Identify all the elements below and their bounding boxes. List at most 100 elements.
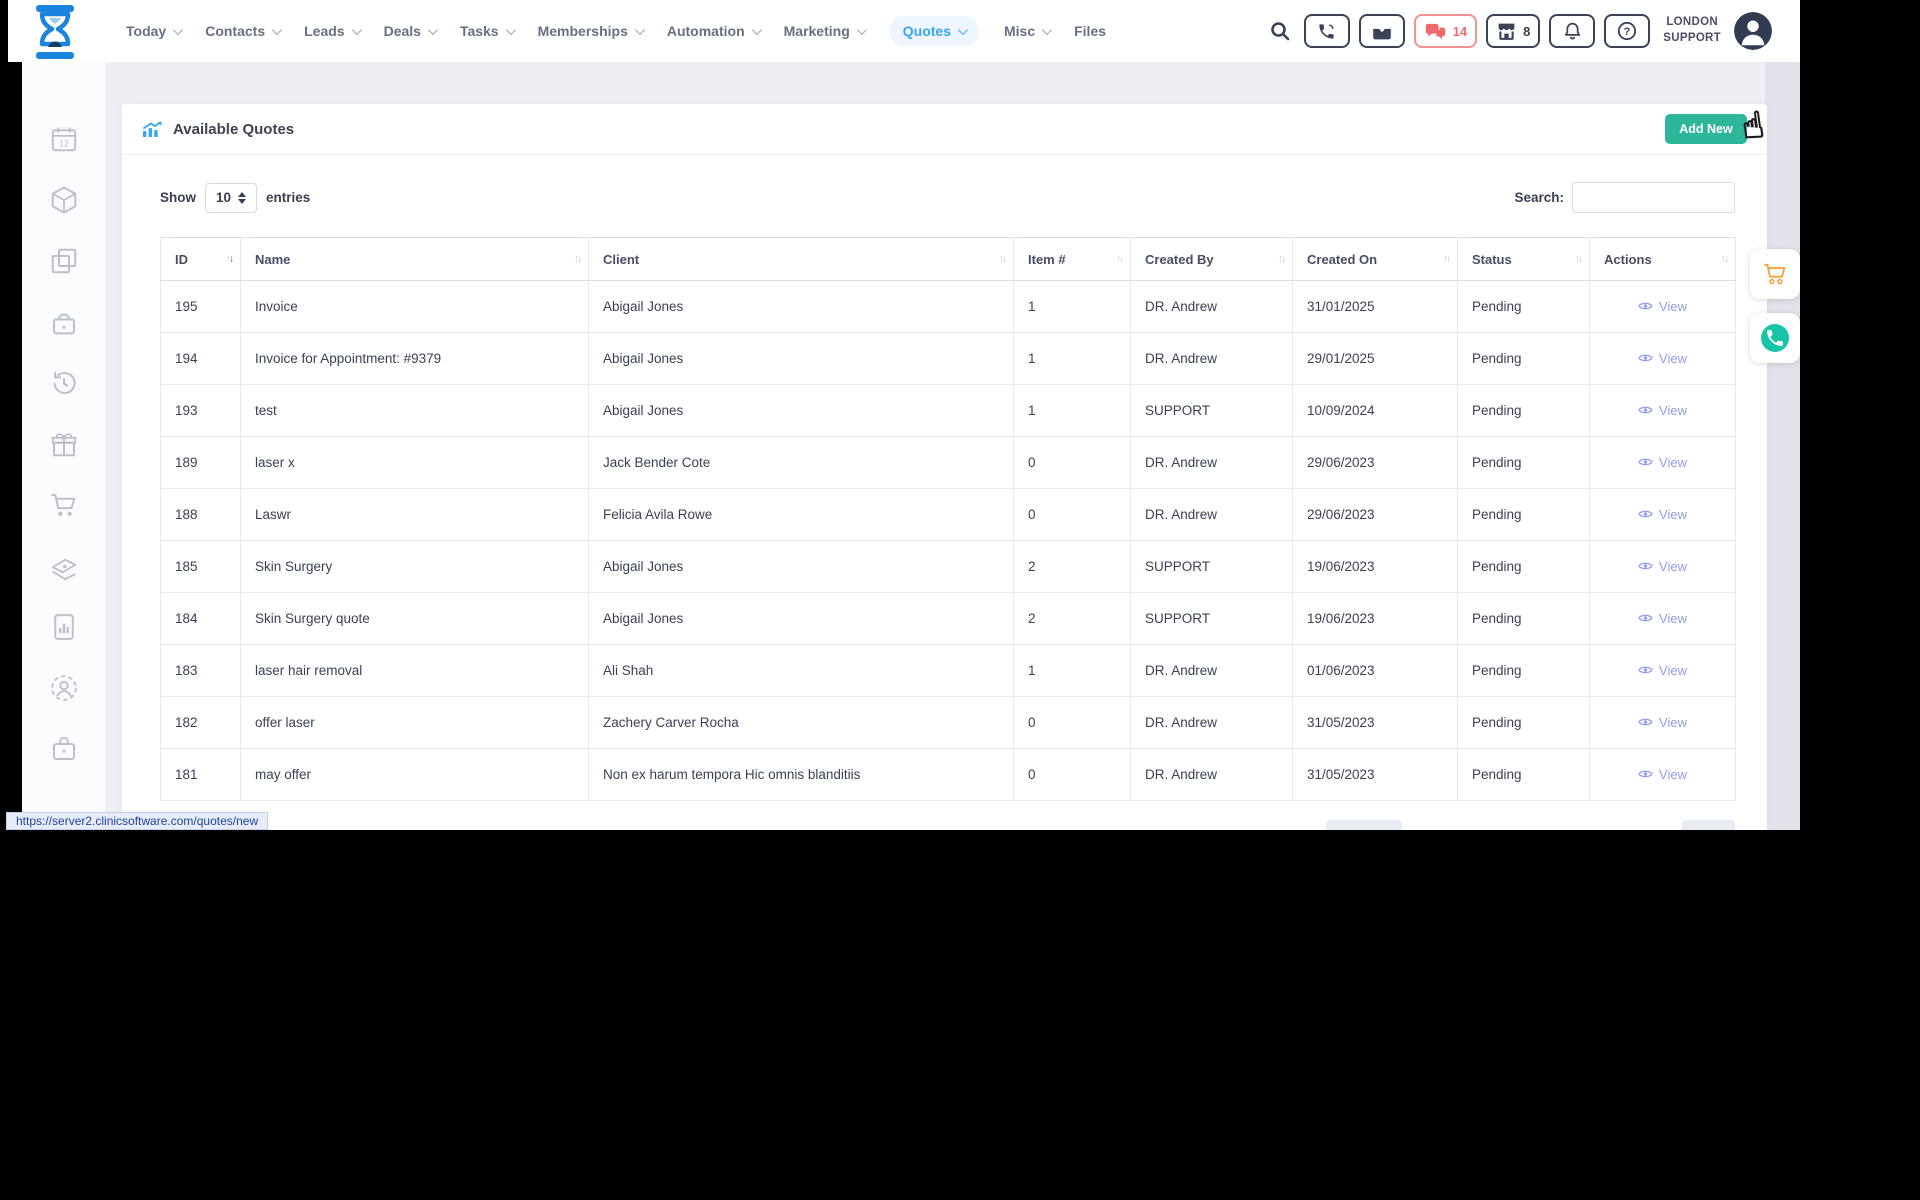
entries-select[interactable]: 10 (205, 183, 257, 213)
nav-item-tasks[interactable]: Tasks (460, 23, 513, 39)
nav-item-marketing[interactable]: Marketing (784, 23, 864, 39)
page-number-button[interactable]: 2 (1439, 820, 1465, 830)
next-page-button[interactable]: Next (1682, 820, 1735, 830)
browser-viewport: Today Contacts Leads Deals Tasks Members… (8, 0, 1800, 830)
sidebar-item-windows[interactable] (47, 244, 81, 278)
clinicsoftware-logo[interactable] (32, 4, 78, 60)
view-link[interactable]: View (1638, 663, 1687, 678)
view-link[interactable]: View (1638, 351, 1687, 366)
view-link[interactable]: View (1638, 715, 1687, 730)
screen: Today Contacts Leads Deals Tasks Members… (0, 0, 1920, 1200)
phone-icon (1317, 22, 1336, 41)
nav-item-misc[interactable]: Misc (1004, 23, 1049, 39)
column-header-client[interactable]: Client↑↓ (589, 238, 1014, 281)
history-clock-icon (49, 368, 79, 398)
nav-item-leads[interactable]: Leads (304, 23, 358, 39)
stats-icon (142, 121, 163, 138)
cell-actions: View (1590, 489, 1736, 541)
avatar[interactable] (1734, 12, 1772, 50)
add-new-button[interactable]: Add New (1665, 114, 1747, 144)
store-button[interactable]: 8 (1486, 14, 1540, 48)
page-number-button[interactable]: 7 (1589, 820, 1615, 830)
column-header-items[interactable]: Item #↑↓ (1014, 238, 1131, 281)
notifications-button[interactable] (1549, 14, 1595, 48)
package-icon (49, 185, 79, 215)
cell-created-on: 31/05/2023 (1293, 697, 1458, 749)
cell-created-by: DR. Andrew (1131, 489, 1293, 541)
sidebar-item-calendar[interactable]: 12 (47, 122, 81, 156)
page-number-button[interactable]: 4 (1499, 820, 1525, 830)
nav-item-files[interactable]: Files (1074, 23, 1106, 39)
page-number-button[interactable]: 5 (1529, 820, 1555, 830)
column-header-name[interactable]: Name↑↓ (241, 238, 589, 281)
cell-created-by: SUPPORT (1131, 385, 1293, 437)
help-button[interactable]: ? (1604, 14, 1650, 48)
column-header-created-by[interactable]: Created By↑↓ (1131, 238, 1293, 281)
view-link[interactable]: View (1638, 611, 1687, 626)
cell-created-on: 31/01/2025 (1293, 281, 1458, 333)
view-link[interactable]: View (1638, 767, 1687, 782)
page-number-button[interactable]: 3 (1469, 820, 1495, 830)
sidebar-item-packages[interactable] (47, 183, 81, 217)
messages-button[interactable]: 14 (1414, 14, 1477, 48)
question-circle-icon: ? (1617, 21, 1637, 41)
eye-icon (1638, 301, 1653, 311)
inbox-button[interactable] (1359, 14, 1405, 48)
previous-page-button[interactable]: Previous (1326, 820, 1403, 830)
column-header-status[interactable]: Status↑↓ (1458, 238, 1590, 281)
page-number-button[interactable]: 9 (1649, 820, 1675, 830)
nav-item-memberships[interactable]: Memberships (538, 23, 642, 39)
cell-items: 1 (1014, 333, 1131, 385)
user-avatar-icon (1734, 12, 1772, 50)
cell-id: 181 (161, 749, 241, 801)
nav-item-quotes[interactable]: Quotes (889, 16, 979, 46)
sidebar-item-payments[interactable] (47, 549, 81, 583)
sidebar-item-reports[interactable] (47, 610, 81, 644)
page-number-button[interactable]: 8 (1619, 820, 1645, 830)
sidebar-item-staff[interactable] (47, 671, 81, 705)
sidebar-item-briefcase[interactable] (47, 732, 81, 766)
table-header-row: ID↑↓ Name↑↓ Client↑↓ Item #↑↓ Created By… (161, 238, 1736, 281)
floating-phone-button[interactable] (1750, 313, 1800, 363)
view-link[interactable]: View (1638, 455, 1687, 470)
phone-circle-icon (1760, 323, 1790, 353)
search-icon[interactable] (1269, 20, 1291, 42)
floating-cart-button[interactable] (1750, 249, 1800, 299)
cell-created-by: DR. Andrew (1131, 645, 1293, 697)
sidebar-item-basket[interactable] (47, 305, 81, 339)
table-search-input[interactable] (1572, 182, 1735, 213)
column-header-actions[interactable]: Actions↑↓ (1590, 238, 1736, 281)
hourglass-logo-icon (32, 4, 78, 60)
view-link[interactable]: View (1638, 559, 1687, 574)
sidebar-item-cart[interactable] (47, 488, 81, 522)
select-arrows-icon (238, 192, 246, 204)
view-link[interactable]: View (1638, 403, 1687, 418)
view-link[interactable]: View (1638, 299, 1687, 314)
column-header-created-on[interactable]: Created On↑↓ (1293, 238, 1458, 281)
nav-item-automation[interactable]: Automation (667, 23, 759, 39)
phone-button[interactable] (1304, 14, 1350, 48)
eye-icon (1638, 613, 1653, 623)
chevron-down-icon (752, 25, 762, 35)
scrollbar-gutter[interactable] (1765, 62, 1800, 830)
cell-name: laser hair removal (241, 645, 589, 697)
view-link[interactable]: View (1638, 507, 1687, 522)
page-number-button[interactable]: 1 (1409, 820, 1435, 830)
column-header-id[interactable]: ID↑↓ (161, 238, 241, 281)
account-line2: SUPPORT (1663, 31, 1721, 47)
cell-id: 193 (161, 385, 241, 437)
nav-item-deals[interactable]: Deals (384, 23, 435, 39)
cell-actions: View (1590, 593, 1736, 645)
cell-actions: View (1590, 541, 1736, 593)
cell-actions: View (1590, 385, 1736, 437)
sidebar-item-history[interactable] (47, 366, 81, 400)
table-row: 193 test Abigail Jones 1 SUPPORT 10/09/2… (161, 385, 1736, 437)
nav-item-contacts[interactable]: Contacts (205, 23, 279, 39)
nav-item-today[interactable]: Today (126, 23, 180, 39)
cell-name: Invoice (241, 281, 589, 333)
page-number-button[interactable]: 6 (1559, 820, 1585, 830)
cell-items: 2 (1014, 593, 1131, 645)
cell-status: Pending (1458, 593, 1590, 645)
cell-items: 2 (1014, 541, 1131, 593)
sidebar-item-gifts[interactable] (47, 427, 81, 461)
